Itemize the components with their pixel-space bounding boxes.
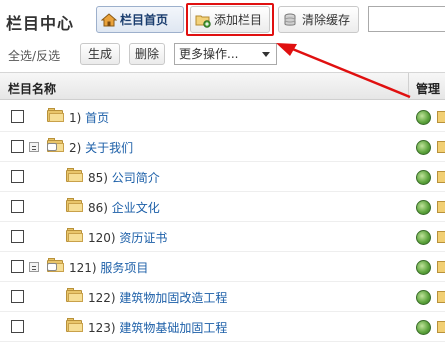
row-label: 120) 资历证书 bbox=[88, 229, 167, 246]
row-label: 85) 公司简介 bbox=[88, 169, 160, 186]
column-home-button[interactable]: 栏目首页 bbox=[96, 6, 184, 33]
row-name-link[interactable]: 首页 bbox=[85, 111, 109, 125]
row-label: 1) 首页 bbox=[69, 109, 109, 126]
row-name-link[interactable]: 建筑物基础加固工程 bbox=[119, 321, 227, 335]
home-icon bbox=[100, 12, 118, 28]
globe-icon[interactable] bbox=[416, 260, 431, 275]
row-number: 123) bbox=[88, 321, 116, 335]
globe-icon[interactable] bbox=[416, 290, 431, 305]
action-toolbar: 全选/反选 生成 删除 更多操作... bbox=[0, 40, 445, 68]
table-row: 2) 关于我们 bbox=[0, 132, 445, 162]
row-name-link[interactable]: 服务项目 bbox=[100, 261, 148, 275]
generate-button[interactable]: 生成 bbox=[80, 43, 120, 65]
table-row: 121) 服务项目 bbox=[0, 252, 445, 282]
row-checkbox[interactable] bbox=[11, 140, 24, 153]
chevron-down-icon bbox=[262, 52, 270, 57]
row-label: 2) 关于我们 bbox=[69, 139, 133, 156]
column-header-manage: 管理 bbox=[416, 82, 441, 96]
table-header: 栏目名称 管理 bbox=[0, 72, 445, 100]
row-name-link[interactable]: 公司简介 bbox=[112, 171, 160, 185]
table-row: 85) 公司简介 bbox=[0, 162, 445, 192]
page-title: 栏目中心 bbox=[6, 14, 75, 33]
folder-action-icon[interactable] bbox=[437, 291, 445, 303]
invert-selection-link[interactable]: 反选 bbox=[36, 49, 60, 63]
folder-action-icon[interactable] bbox=[437, 201, 445, 213]
row-checkbox[interactable] bbox=[11, 260, 24, 273]
globe-icon[interactable] bbox=[416, 200, 431, 215]
row-number: 120) bbox=[88, 231, 116, 245]
folder-link-icon bbox=[47, 258, 64, 273]
row-checkbox[interactable] bbox=[11, 170, 24, 183]
folder-icon bbox=[66, 168, 83, 183]
row-label: 123) 建筑物基础加固工程 bbox=[88, 319, 227, 336]
column-divider bbox=[408, 73, 409, 99]
folder-action-icon[interactable] bbox=[437, 231, 445, 243]
more-actions-value: 更多操作... bbox=[179, 47, 239, 61]
folder-icon bbox=[47, 108, 64, 123]
row-name-link[interactable]: 建筑物加固改造工程 bbox=[119, 291, 227, 305]
database-icon bbox=[283, 12, 299, 28]
globe-icon[interactable] bbox=[416, 140, 431, 155]
table-row: 1) 首页 bbox=[0, 102, 445, 132]
folder-action-icon[interactable] bbox=[437, 321, 445, 333]
table-row: 86) 企业文化 bbox=[0, 192, 445, 222]
delete-button[interactable]: 删除 bbox=[129, 43, 165, 65]
row-checkbox[interactable] bbox=[11, 320, 24, 333]
row-checkbox[interactable] bbox=[11, 200, 24, 213]
folder-icon bbox=[66, 198, 83, 213]
row-name-link[interactable]: 关于我们 bbox=[85, 141, 133, 155]
table-row: 122) 建筑物加固改造工程 bbox=[0, 282, 445, 312]
collapse-toggle-icon[interactable] bbox=[29, 262, 39, 272]
row-name-link[interactable]: 企业文化 bbox=[112, 201, 160, 215]
row-checkbox[interactable] bbox=[11, 110, 24, 123]
search-input[interactable] bbox=[368, 6, 445, 32]
add-column-label: 添加栏目 bbox=[214, 13, 263, 27]
folder-icon bbox=[66, 288, 83, 303]
globe-icon[interactable] bbox=[416, 110, 431, 125]
folder-icon bbox=[66, 318, 83, 333]
column-home-label: 栏目首页 bbox=[120, 13, 169, 27]
row-number: 86) bbox=[88, 201, 108, 215]
more-actions-select[interactable]: 更多操作... bbox=[174, 43, 277, 65]
row-number: 2) bbox=[69, 141, 82, 155]
row-label: 122) 建筑物加固改造工程 bbox=[88, 289, 227, 306]
add-column-button[interactable]: 添加栏目 bbox=[190, 6, 270, 33]
top-bar: 栏目中心 栏目首页 添加栏目 清除缓存 bbox=[0, 0, 445, 38]
column-header-name: 栏目名称 bbox=[8, 82, 57, 96]
folder-add-icon bbox=[195, 12, 211, 28]
row-number: 1) bbox=[69, 111, 82, 125]
clear-cache-button[interactable]: 清除缓存 bbox=[278, 6, 359, 33]
row-label: 86) 企业文化 bbox=[88, 199, 160, 216]
folder-icon bbox=[66, 228, 83, 243]
table-row: 123) 建筑物基础加固工程 bbox=[0, 312, 445, 342]
row-number: 121) bbox=[69, 261, 97, 275]
folder-action-icon[interactable] bbox=[437, 171, 445, 183]
globe-icon[interactable] bbox=[416, 320, 431, 335]
clear-cache-label: 清除缓存 bbox=[302, 13, 351, 27]
folder-action-icon[interactable] bbox=[437, 141, 445, 153]
row-checkbox[interactable] bbox=[11, 230, 24, 243]
folder-link-icon bbox=[47, 138, 64, 153]
select-all-link[interactable]: 全选 bbox=[8, 49, 32, 63]
row-number: 85) bbox=[88, 171, 108, 185]
row-checkbox[interactable] bbox=[11, 290, 24, 303]
selection-links: 全选/反选 bbox=[8, 47, 60, 64]
collapse-toggle-icon[interactable] bbox=[29, 142, 39, 152]
table-row: 120) 资历证书 bbox=[0, 222, 445, 252]
globe-icon[interactable] bbox=[416, 230, 431, 245]
folder-action-icon[interactable] bbox=[437, 111, 445, 123]
row-name-link[interactable]: 资历证书 bbox=[119, 231, 167, 245]
row-label: 121) 服务项目 bbox=[69, 259, 148, 276]
row-number: 122) bbox=[88, 291, 116, 305]
folder-action-icon[interactable] bbox=[437, 261, 445, 273]
globe-icon[interactable] bbox=[416, 170, 431, 185]
